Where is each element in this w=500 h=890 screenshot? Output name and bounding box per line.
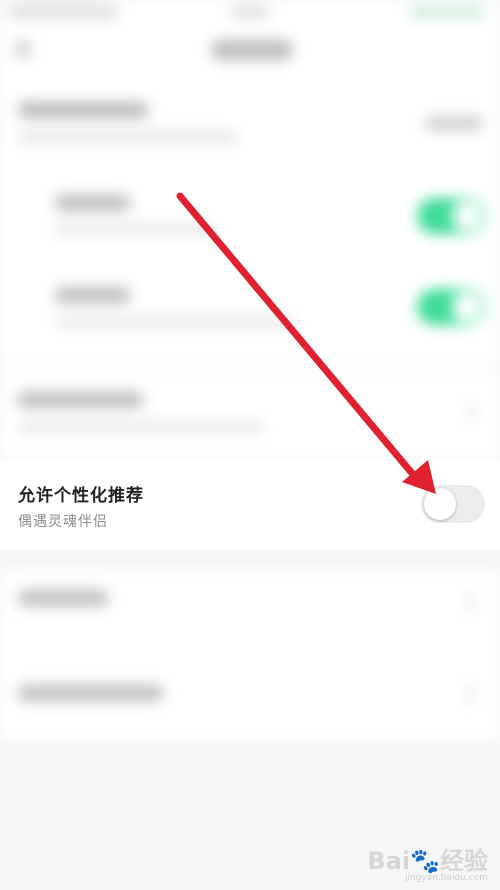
baidu-jingyan-watermark: Bai🐾经验 jingyan.baidu.com	[367, 846, 488, 884]
red-arrow-annotation	[176, 192, 436, 494]
